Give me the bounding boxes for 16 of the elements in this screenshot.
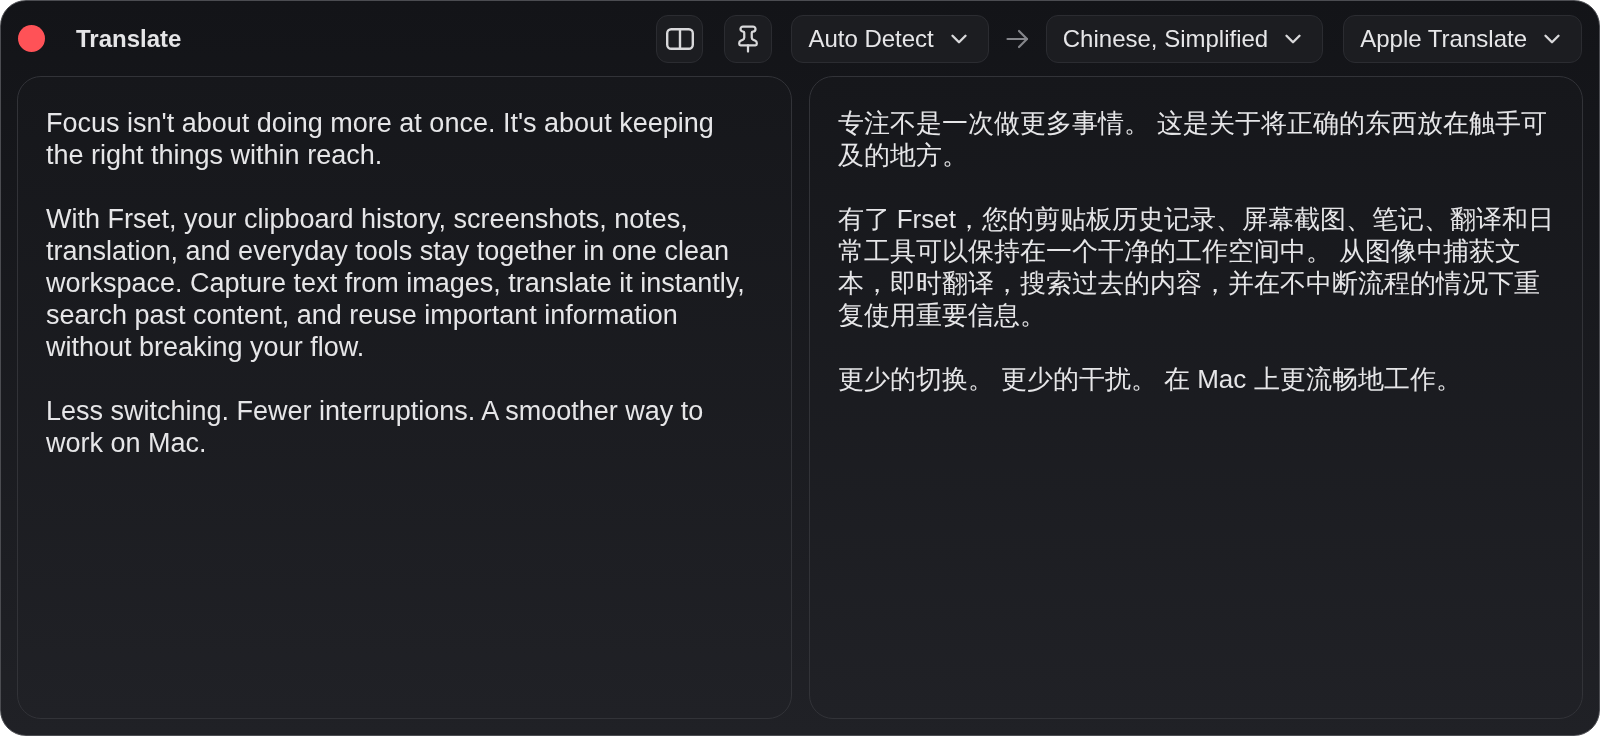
translation-engine-dropdown[interactable]: Apple Translate [1343, 14, 1582, 63]
pin-button[interactable] [724, 14, 773, 63]
split-view-icon [665, 27, 694, 50]
source-text: Focus isn't about doing more at once. It's about keeping the right things within reach. [46, 107, 715, 171]
translated-text: 专注不是一次做更多事情。 这是关于将正确的东西放在触手可及的地方。 [837, 107, 1548, 171]
source-text-field[interactable] [17, 76, 792, 719]
source-text: With Frset, your clipboard history, screenshots, notes, translation, and everyday tools stay together in one clean workspace. Capture text from images, translate it instantly, search past content, and reuse important information without breaking your flow. [46, 203, 746, 363]
source-language-dropdown[interactable]: Auto Detect [791, 14, 989, 63]
close-button[interactable] [18, 25, 45, 52]
translated-text: 更少的切换。 更少的干扰。 在 Mac 上更流畅地工作。 [837, 363, 1463, 395]
target-language-dropdown[interactable]: Chinese, Simplified [1045, 14, 1324, 63]
window-title: Translate [76, 23, 182, 54]
split-view-button[interactable] [656, 14, 704, 63]
arrow-right-icon [1005, 28, 1029, 49]
translated-text: 有了 Frset，您的剪贴板历史记录、屏幕截图、笔记、翻译和日常工具可以保持在一个干净的工作空间中。 从图像中捕获文本，即时翻译，搜索过去的内容，并在不中断流程的情况下重复使用重要信息。 [837, 203, 1555, 331]
source-text: Less switching. Fewer interruptions. A smoother way to work on Mac. [46, 395, 705, 459]
